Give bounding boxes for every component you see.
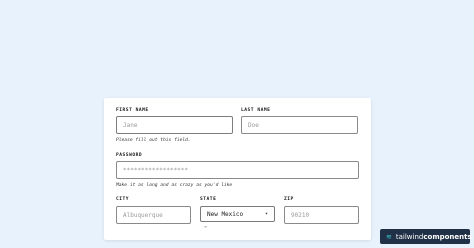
first-name-label: FIRST NAME [116, 108, 149, 113]
zip-label: ZIP [284, 197, 294, 202]
last-name-label: LAST NAME [241, 108, 271, 113]
zip-input[interactable]: 90210 [284, 206, 359, 224]
state-select-value: New Mexico [207, 210, 244, 218]
state-label: STATE [200, 197, 217, 202]
state-select[interactable]: New Mexico ▾ [200, 206, 275, 222]
first-name-help: Please fill out this field. [116, 138, 191, 143]
first-name-input[interactable]: Jane [116, 116, 233, 134]
password-label: PASSWORD [116, 153, 143, 158]
brand-text-bold: components [423, 232, 472, 241]
city-label: CITY [116, 197, 130, 202]
password-help: Make it as long and as crazy as you'd li… [116, 183, 233, 188]
tailwind-logo-icon: ≋ [386, 232, 392, 241]
brand-text-light: tailwind [395, 232, 424, 241]
city-input[interactable]: Albuquerque [116, 206, 191, 224]
tailwind-components-badge[interactable]: ≋ tailwind components [380, 229, 472, 244]
chevron-down-icon: ⌄ [204, 223, 208, 229]
password-input[interactable]: ****************** [116, 161, 359, 179]
last-name-input[interactable]: Doe [241, 116, 358, 134]
chevron-down-icon: ▾ [264, 211, 268, 217]
form-card: FIRST NAME Jane Please fill out this fie… [104, 98, 371, 240]
